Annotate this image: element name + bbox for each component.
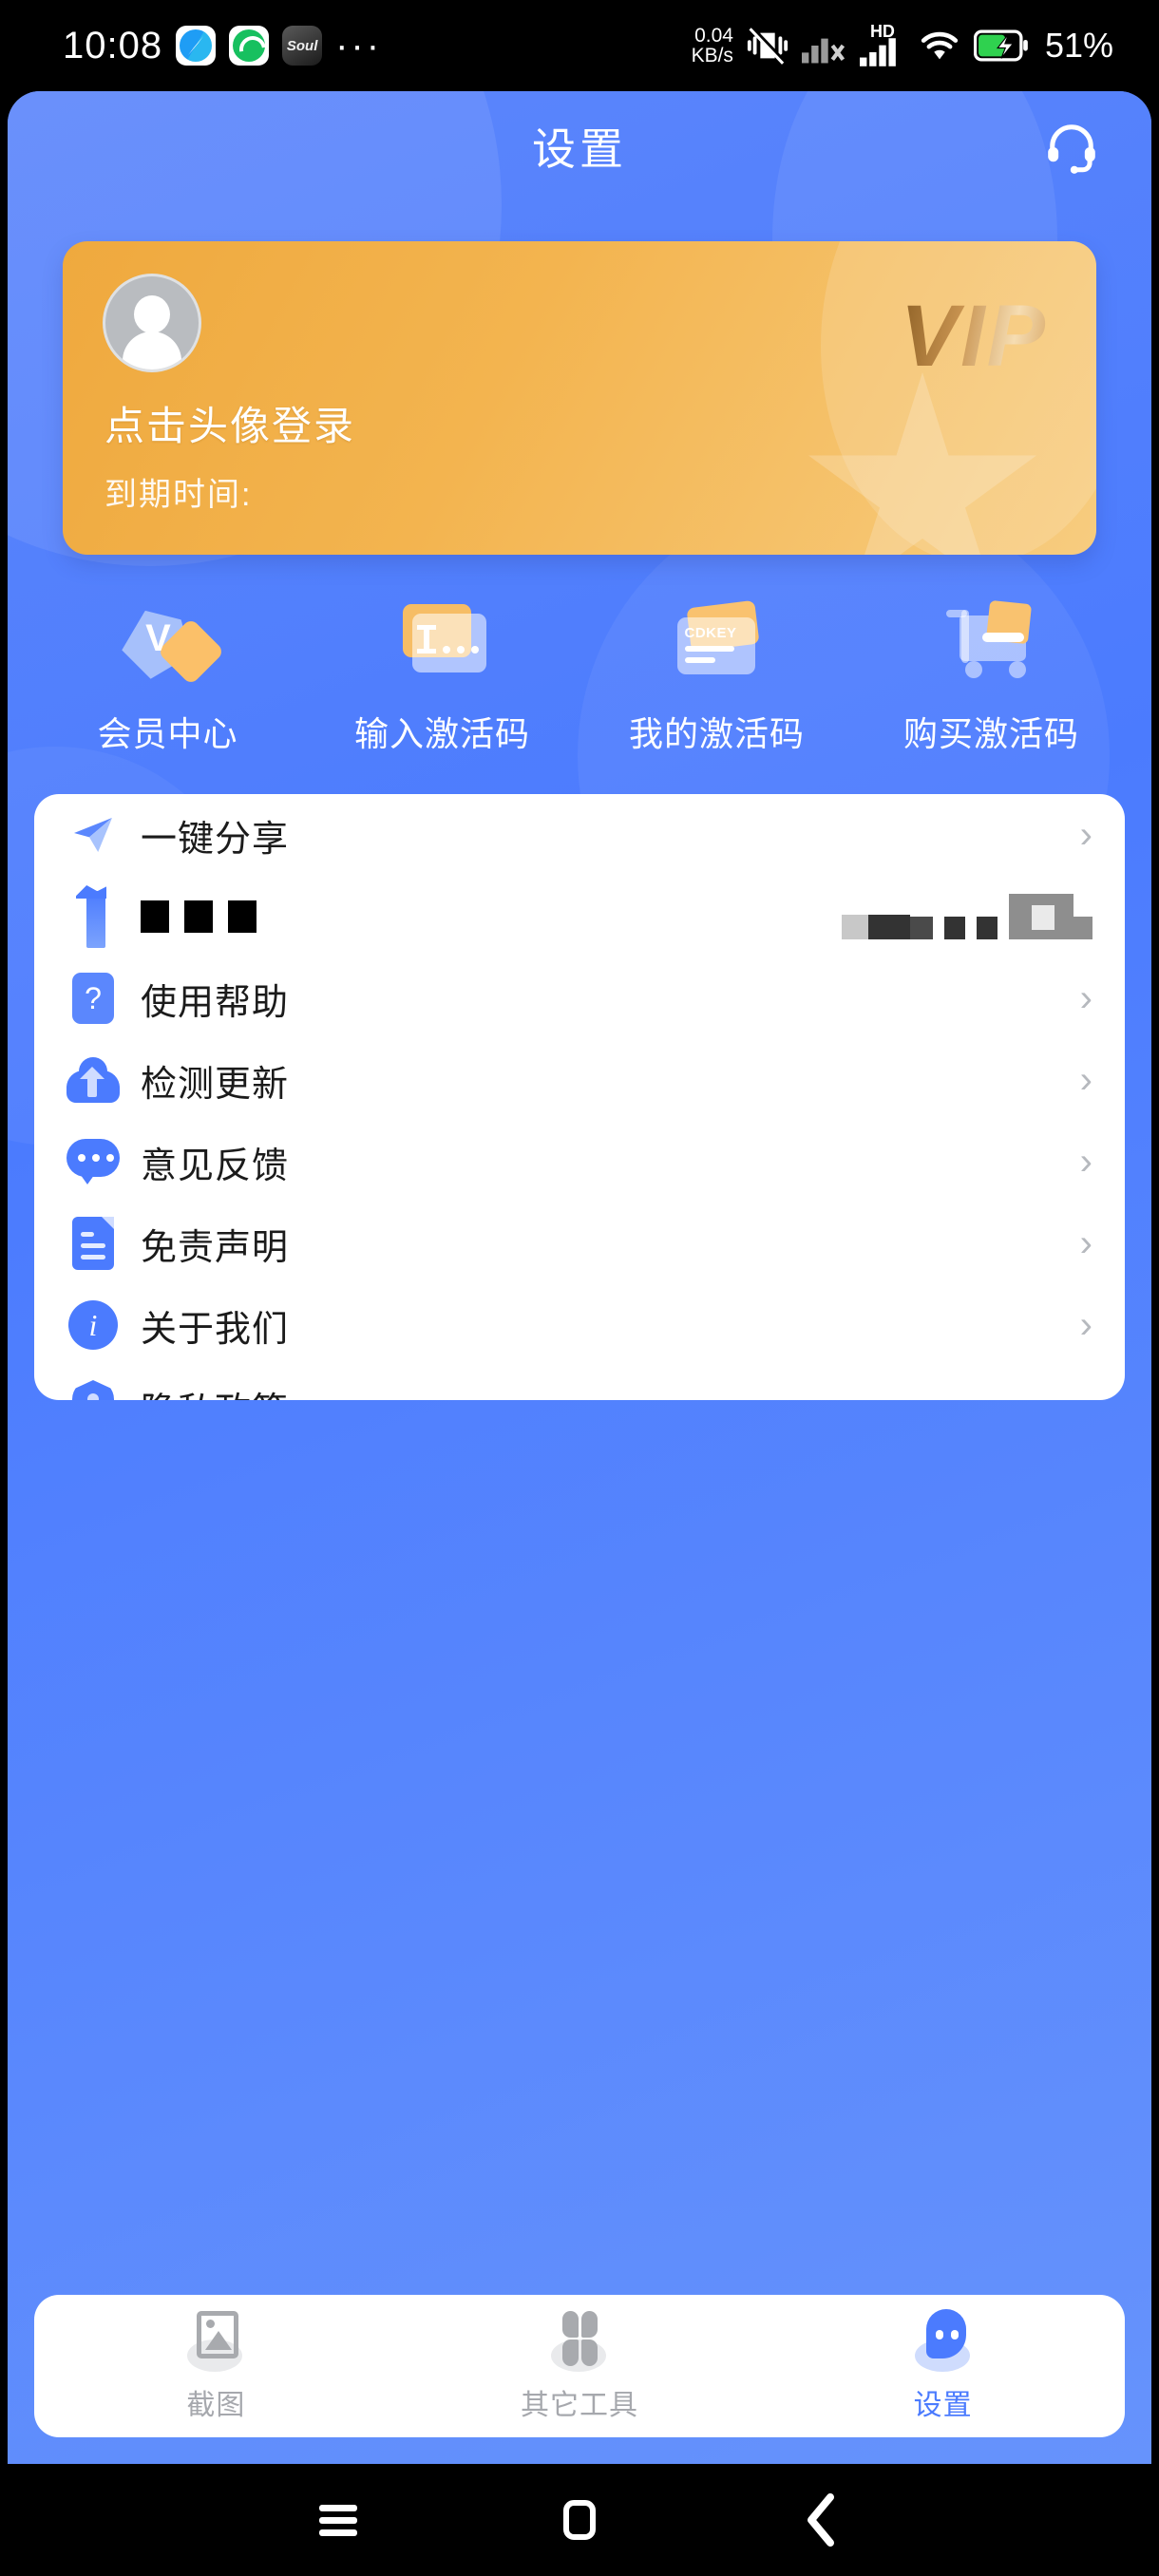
chevron-right-icon: › xyxy=(1079,977,1092,1019)
quick-action-label: 输入激活码 xyxy=(353,714,530,753)
phone-screen: 10:08 Soul ··· 0.04 KB/s HD 51% 设置 VIP 点… xyxy=(0,0,1159,2576)
quick-actions-row: V 会员中心 输入激活码 CDKEY 我的激活码 购买激活码 xyxy=(30,598,1129,756)
menu-item-label: 一键分享 xyxy=(141,819,290,860)
network-speed-unit: KB/s xyxy=(691,45,733,66)
menu-item-label: 隐私政策 xyxy=(141,1381,289,1401)
menu-item-share[interactable]: 一键分享 › xyxy=(34,794,1125,876)
hd-label: HD xyxy=(869,22,895,41)
hd-signal-group: HD xyxy=(859,22,905,66)
info-about-icon: i xyxy=(66,1298,120,1352)
redacted-label xyxy=(141,900,256,933)
chevron-right-icon: › xyxy=(1079,1141,1092,1183)
network-speed-value: 0.04 xyxy=(694,24,733,47)
quick-action-label: 我的激活码 xyxy=(628,714,805,753)
camera-green-icon xyxy=(229,26,270,66)
menu-item-disclaimer[interactable]: 免责声明 › xyxy=(34,1203,1125,1284)
redacted-value xyxy=(842,894,1092,939)
status-bar-left: 10:08 Soul ··· xyxy=(0,25,382,67)
chevron-right-icon: › xyxy=(1079,1059,1092,1101)
quick-action-member-center[interactable]: V 会员中心 xyxy=(30,598,305,756)
app-container: 设置 VIP 点击头像登录 到期时间: V 会员中心 输入激活码 CDKEY 我… xyxy=(8,91,1151,2464)
vip-card-wrapper[interactable]: VIP 点击头像登录 到期时间: xyxy=(63,241,1096,555)
vip-expiry-label: 到期时间: xyxy=(104,477,253,513)
quick-action-enter-code[interactable]: 输入激活码 xyxy=(305,598,580,756)
vip-watermark: VIP xyxy=(900,288,1047,385)
chevron-right-icon: › xyxy=(1079,814,1092,856)
soul-app-icon: Soul xyxy=(282,26,323,66)
tab-other-tools[interactable]: 其它工具 xyxy=(398,2309,762,2423)
document-disclaimer-icon xyxy=(66,1217,120,1270)
menu-item-help[interactable]: ? 使用帮助 › xyxy=(34,957,1125,1039)
tab-label: 截图 xyxy=(186,2390,246,2421)
input-code-icon xyxy=(390,598,496,686)
menu-item-label: 意见反馈 xyxy=(141,1146,290,1186)
cloud-update-icon xyxy=(66,1053,120,1107)
number-one-icon xyxy=(66,885,120,948)
default-avatar-icon[interactable] xyxy=(103,274,201,372)
menu-item-about[interactable]: i 关于我们 › xyxy=(34,1284,1125,1366)
android-nav-bar xyxy=(0,2464,1159,2576)
menu-item-label: 关于我们 xyxy=(141,1309,290,1350)
chevron-right-icon: › xyxy=(1079,1304,1092,1346)
diamond-vip-icon: V xyxy=(115,598,225,686)
shopping-cart-icon xyxy=(939,598,1045,686)
menu-item-label: 使用帮助 xyxy=(141,982,290,1023)
wifi-icon xyxy=(921,31,959,60)
paper-plane-icon xyxy=(66,808,120,862)
tab-screenshot[interactable]: 截图 xyxy=(34,2309,398,2423)
menu-item-label: 检测更新 xyxy=(141,1064,290,1105)
headset-support-icon[interactable] xyxy=(1037,112,1106,180)
menu-item-privacy[interactable]: 隐私政策 › xyxy=(34,1366,1125,1400)
quick-action-label: 购买激活码 xyxy=(902,714,1079,753)
status-bar: 10:08 Soul ··· 0.04 KB/s HD 51% xyxy=(0,0,1159,91)
status-bar-right: 0.04 KB/s HD 51% xyxy=(691,22,1159,67)
signal-no-service-icon xyxy=(801,38,846,64)
shield-privacy-icon xyxy=(66,1380,120,1400)
menu-item-check-update[interactable]: 检测更新 › xyxy=(34,1039,1125,1121)
chevron-right-icon: › xyxy=(1080,1388,1092,1400)
safari-icon xyxy=(176,26,217,66)
network-speed: 0.04 KB/s xyxy=(691,24,733,66)
menu-item-label: 免责声明 xyxy=(141,1227,290,1268)
chat-feedback-icon xyxy=(66,1135,120,1188)
vibrate-off-icon xyxy=(747,26,788,65)
cdkey-card-icon: CDKEY xyxy=(664,598,770,686)
vip-login-prompt[interactable]: 点击头像登录 xyxy=(104,394,355,452)
tools-grid-icon xyxy=(545,2309,614,2372)
vip-card[interactable]: VIP 点击头像登录 到期时间: xyxy=(63,241,1096,555)
back-icon[interactable] xyxy=(786,2485,856,2555)
tab-label: 其它工具 xyxy=(521,2390,638,2421)
battery-percent: 51% xyxy=(1044,26,1113,65)
cdkey-icon-text: CDKEY xyxy=(684,625,737,641)
question-help-icon: ? xyxy=(66,972,120,1025)
page-title: 设置 xyxy=(532,124,627,174)
settings-menu-card: 一键分享 › ? 使用帮助 › 检测更新 › 意见反馈 › 免责声明 › i 关… xyxy=(34,794,1125,1400)
tab-settings[interactable]: 设置 xyxy=(761,2309,1125,2423)
battery-charging-icon xyxy=(973,29,1028,62)
tab-label: 设置 xyxy=(913,2390,973,2421)
home-icon[interactable] xyxy=(544,2485,615,2555)
bottom-tab-bar: 截图 其它工具 设置 xyxy=(34,2295,1125,2437)
quick-action-my-code[interactable]: CDKEY 我的激活码 xyxy=(580,598,854,756)
quick-action-buy-code[interactable]: 购买激活码 xyxy=(854,598,1129,756)
status-overflow-icon: ··· xyxy=(335,25,383,66)
quick-action-label: 会员中心 xyxy=(97,714,238,753)
settings-face-icon xyxy=(909,2309,978,2372)
app-header: 设置 xyxy=(8,91,1151,201)
screenshot-icon xyxy=(181,2309,250,2372)
recent-apps-icon[interactable] xyxy=(303,2485,373,2555)
signal-bars-icon xyxy=(859,38,896,66)
status-clock: 10:08 xyxy=(63,24,163,66)
chevron-right-icon: › xyxy=(1079,1222,1092,1264)
menu-item-feedback[interactable]: 意见反馈 › xyxy=(34,1121,1125,1203)
menu-item-redacted[interactable] xyxy=(34,876,1125,957)
